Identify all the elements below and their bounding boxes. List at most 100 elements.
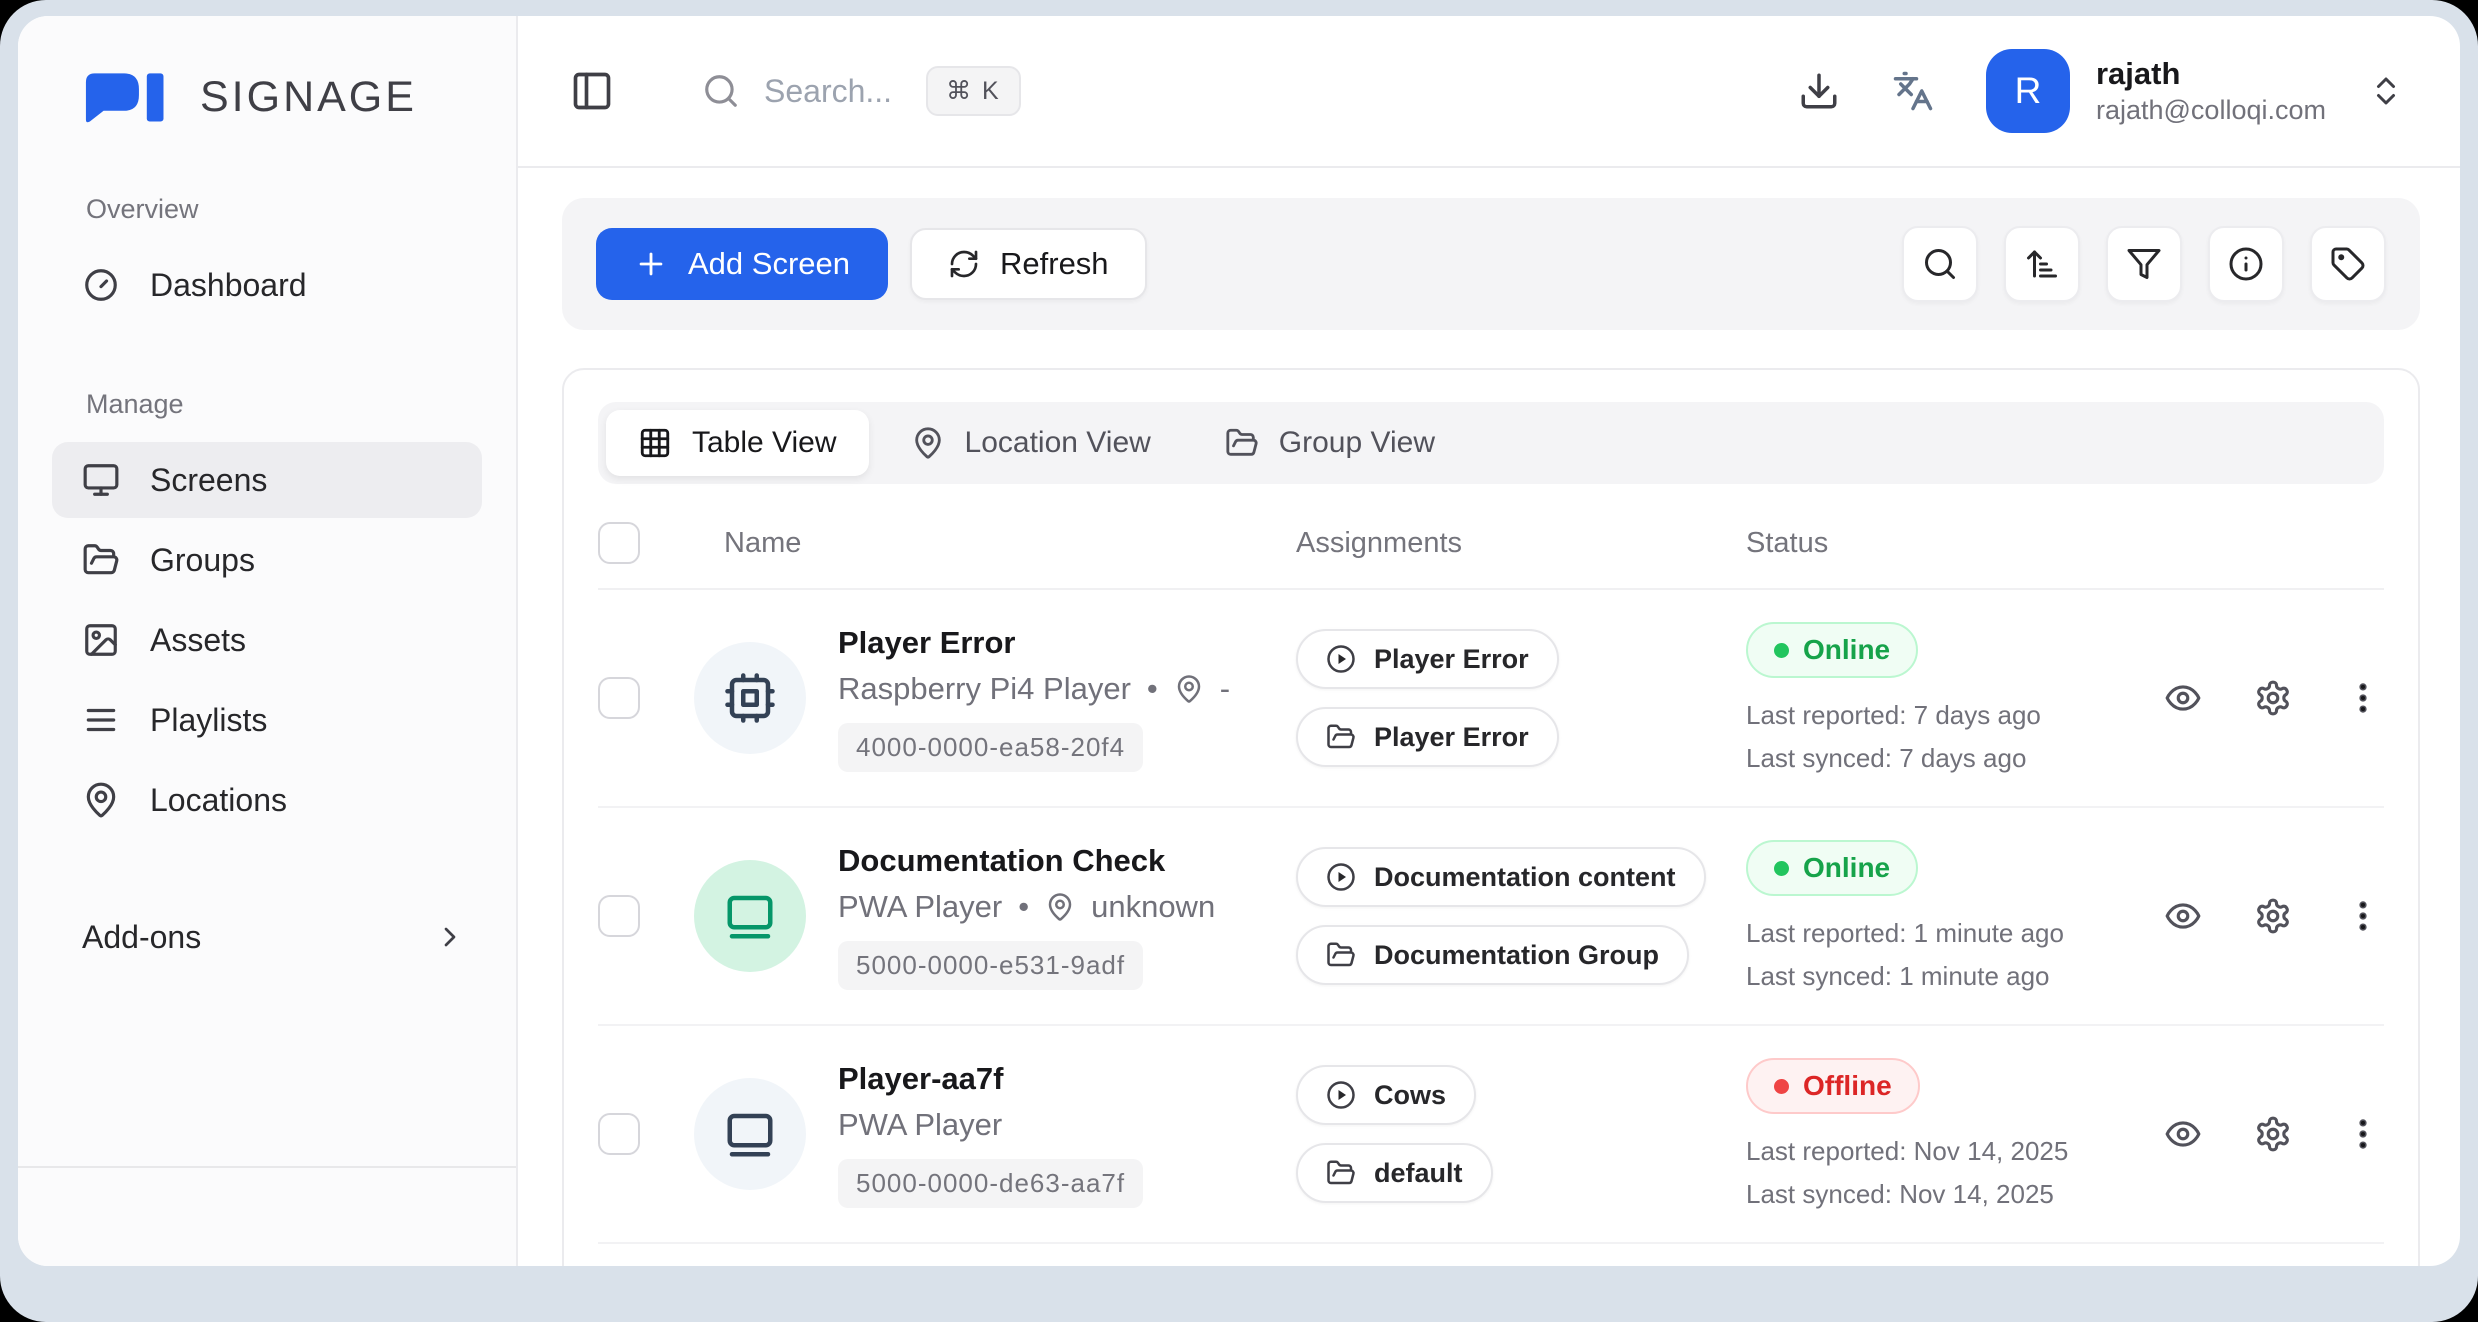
screen-name[interactable]: Documentation Check — [838, 843, 1165, 879]
status-badge: Online — [1746, 622, 1918, 678]
sort-ascending-icon — [2024, 246, 2060, 282]
refresh-button[interactable]: Refresh — [910, 228, 1147, 300]
app-window: SIGNAGE Overview Dashboard Manage Screen… — [18, 16, 2460, 1266]
cpu-icon — [723, 671, 777, 725]
row-checkbox[interactable] — [598, 895, 640, 937]
refresh-icon — [948, 248, 980, 280]
search-input[interactable]: Search... ⌘ K — [702, 66, 1021, 116]
sort-button[interactable] — [2004, 226, 2080, 302]
language-translate-icon[interactable] — [1892, 70, 1934, 112]
playlist-pill[interactable]: Player Error — [1296, 629, 1559, 689]
tab-table-view[interactable]: Table View — [606, 410, 869, 476]
eye-icon[interactable] — [2164, 1115, 2202, 1153]
eye-icon[interactable] — [2164, 679, 2202, 717]
screen-id-badge: 5000-0000-e531-9adf — [838, 941, 1143, 990]
last-reported: Last reported: Nov 14, 2025 — [1746, 1136, 2138, 1167]
status-dot-icon — [1774, 643, 1789, 658]
eye-icon[interactable] — [2164, 897, 2202, 935]
download-icon[interactable] — [1798, 70, 1840, 112]
row-checkbox[interactable] — [598, 677, 640, 719]
row-checkbox[interactable] — [598, 1113, 640, 1155]
tag-button[interactable] — [2310, 226, 2386, 302]
info-icon — [2228, 246, 2264, 282]
filter-button[interactable] — [2106, 226, 2182, 302]
device-avatar — [694, 1078, 806, 1190]
map-pin-icon — [1045, 892, 1075, 922]
sidebar-item-label: Assets — [150, 622, 246, 659]
select-all-checkbox[interactable] — [598, 522, 640, 564]
last-synced: Last synced: 1 minute ago — [1746, 961, 2138, 992]
chevron-right-icon — [434, 921, 466, 953]
playlist-pill[interactable]: Cows — [1296, 1065, 1476, 1125]
status-meta: Last reported: Nov 14, 2025 Last synced:… — [1746, 1136, 2138, 1210]
device-avatar — [694, 642, 806, 754]
user-menu[interactable]: R rajath rajath@colloqi.com — [1986, 49, 2404, 133]
screen-id-badge: 5000-0000-de63-aa7f — [838, 1159, 1143, 1208]
status-meta: Last reported: 7 days ago Last synced: 7… — [1746, 700, 2138, 774]
tab-location-view[interactable]: Location View — [879, 410, 1183, 476]
sidebar-toggle-icon[interactable] — [570, 69, 614, 113]
sidebar: SIGNAGE Overview Dashboard Manage Screen… — [18, 16, 518, 1266]
window-frame: SIGNAGE Overview Dashboard Manage Screen… — [0, 0, 2478, 1322]
settings-gear-icon[interactable] — [2254, 897, 2292, 935]
sidebar-item-label: Locations — [150, 782, 287, 819]
screen-name[interactable]: Player-aa7f — [838, 1061, 1003, 1097]
group-pill[interactable]: Documentation Group — [1296, 925, 1689, 985]
screen-location: unknown — [1091, 889, 1215, 925]
settings-gear-icon[interactable] — [2254, 1115, 2292, 1153]
add-screen-button[interactable]: Add Screen — [596, 228, 888, 300]
brand-name: SIGNAGE — [200, 73, 417, 122]
sidebar-item-addons[interactable]: Add-ons — [52, 902, 482, 972]
status-meta: Last reported: 1 minute ago Last synced:… — [1746, 918, 2138, 992]
topbar: Search... ⌘ K R rajath rajath@colloqi.co… — [518, 16, 2460, 168]
folder-open-icon — [1225, 426, 1259, 460]
group-pill[interactable]: default — [1296, 1143, 1493, 1203]
folder-open-icon — [82, 541, 120, 579]
user-email: rajath@colloqi.com — [2096, 94, 2326, 128]
screen-location: - — [1220, 671, 1230, 707]
group-pill[interactable]: Player Error — [1296, 707, 1559, 767]
last-synced: Last synced: 7 days ago — [1746, 743, 2138, 774]
sidebar-item-screens[interactable]: Screens — [52, 442, 482, 518]
sidebar-section-overview: Overview — [86, 194, 482, 225]
sidebar-item-groups[interactable]: Groups — [52, 522, 482, 598]
table-row: PWA Player PWA Player • Bengaluru 5000-0… — [598, 1244, 2384, 1266]
play-circle-icon — [1326, 1080, 1356, 1110]
player-type: PWA Player — [838, 889, 1002, 925]
map-pin-icon — [82, 781, 120, 819]
more-vertical-icon[interactable] — [2344, 1115, 2382, 1153]
screen-name[interactable]: Player Error — [838, 625, 1016, 661]
sidebar-item-assets[interactable]: Assets — [52, 602, 482, 678]
screen-subtitle: PWA Player • — [838, 1107, 1002, 1143]
sidebar-divider — [18, 1166, 516, 1168]
playlist-pill[interactable]: Documentation content — [1296, 847, 1706, 907]
screen-subtitle: Raspberry Pi4 Player • - — [838, 671, 1230, 707]
sidebar-item-locations[interactable]: Locations — [52, 762, 482, 838]
user-name: rajath — [2096, 55, 2326, 94]
table-row: Player-aa7f PWA Player • 5000-0000-de63-… — [598, 1026, 2384, 1244]
keyboard-shortcut-badge: ⌘ K — [926, 66, 1021, 116]
sidebar-item-label: Dashboard — [150, 267, 307, 304]
filter-icon — [2126, 246, 2162, 282]
view-tabs: Table View Location View Group View — [598, 402, 2384, 484]
sidebar-item-dashboard[interactable]: Dashboard — [52, 247, 482, 323]
column-header-assignments: Assignments — [1296, 527, 1746, 560]
device-avatar — [694, 860, 806, 972]
avatar: R — [1986, 49, 2070, 133]
sidebar-item-label: Playlists — [150, 702, 267, 739]
table-header: Name Assignments Status — [598, 498, 2384, 590]
sidebar-item-playlists[interactable]: Playlists — [52, 682, 482, 758]
play-circle-icon — [1326, 862, 1356, 892]
table-body: Player Error Raspberry Pi4 Player • - 40… — [598, 590, 2384, 1266]
tab-group-view[interactable]: Group View — [1193, 410, 1467, 476]
gauge-icon — [82, 266, 120, 304]
laptop-icon — [723, 889, 777, 943]
screens-toolbar: Add Screen Refresh — [562, 198, 2420, 330]
search-table-button[interactable] — [1902, 226, 1978, 302]
status-dot-icon — [1774, 1079, 1789, 1094]
settings-gear-icon[interactable] — [2254, 679, 2292, 717]
more-vertical-icon[interactable] — [2344, 679, 2382, 717]
map-pin-icon — [1174, 674, 1204, 704]
more-vertical-icon[interactable] — [2344, 897, 2382, 935]
info-button[interactable] — [2208, 226, 2284, 302]
